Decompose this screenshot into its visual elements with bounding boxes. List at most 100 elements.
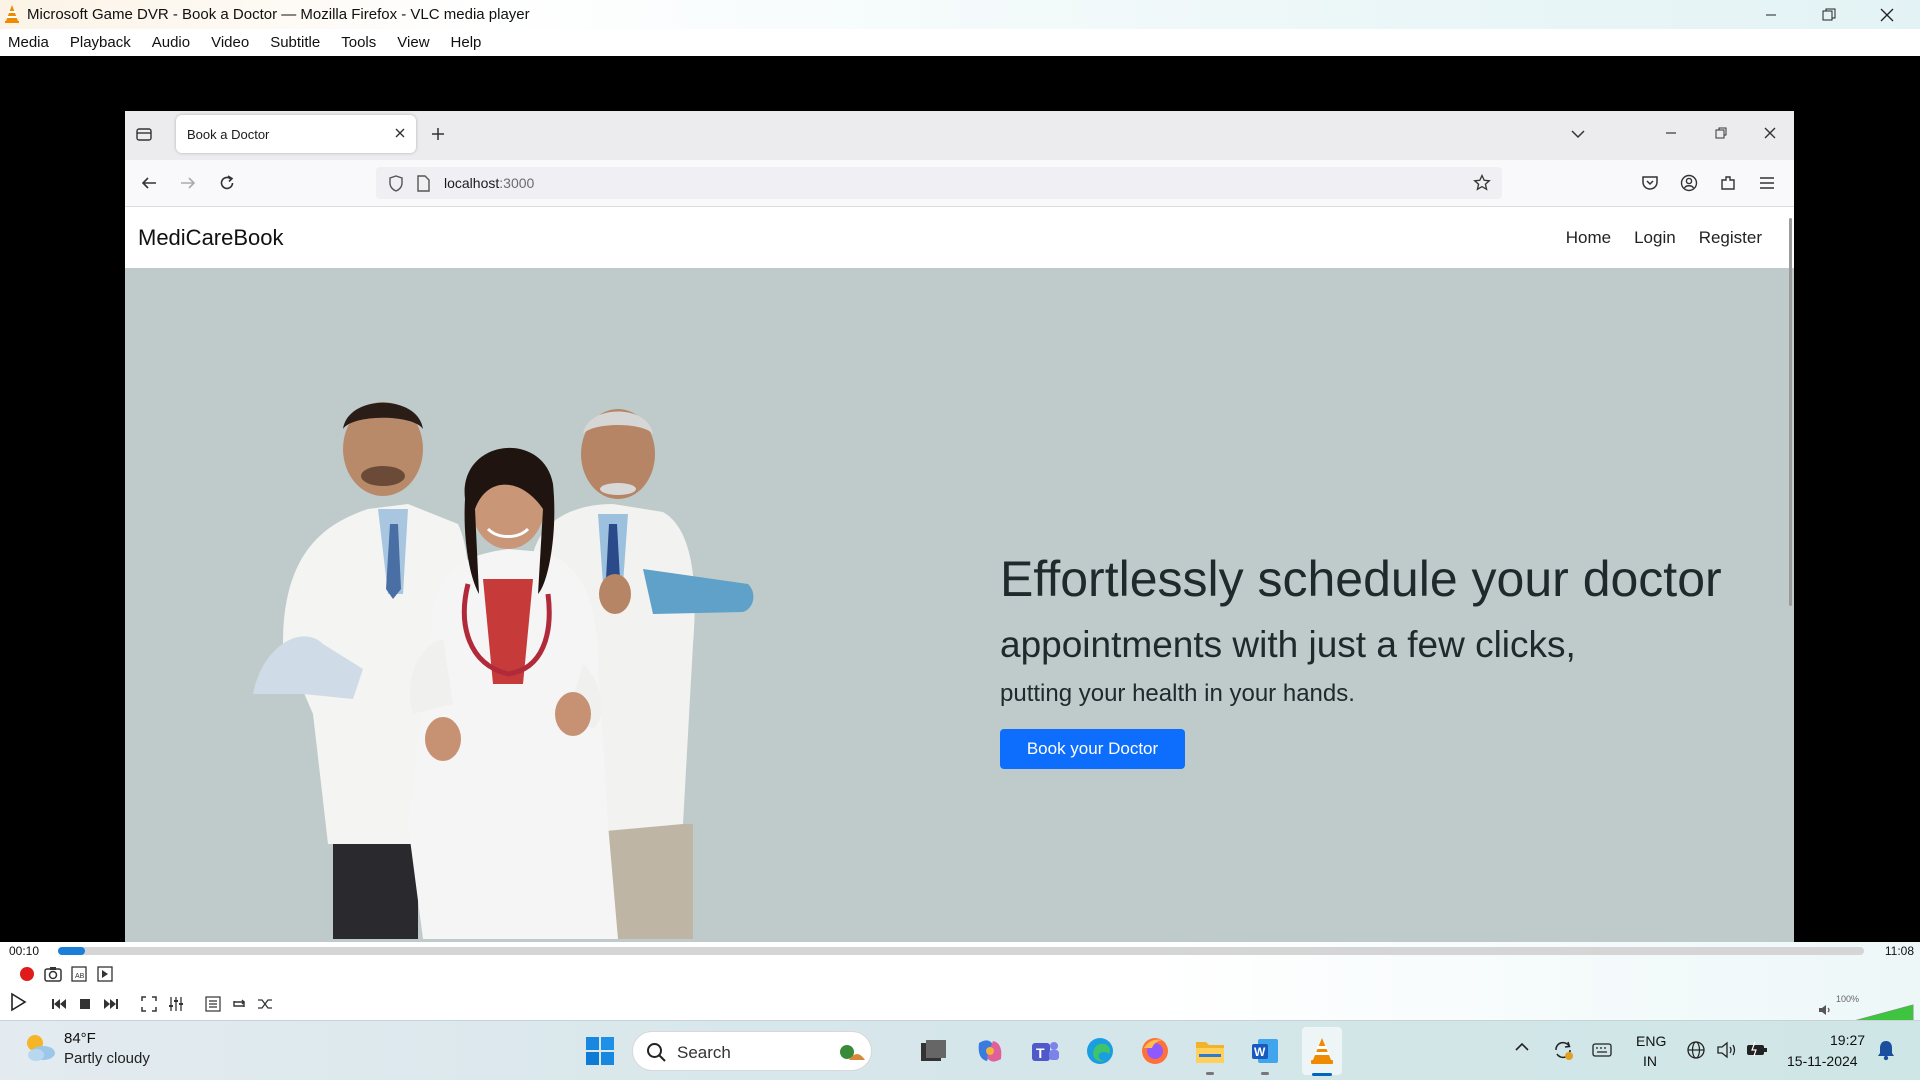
- nav-link-home[interactable]: Home: [1566, 228, 1611, 248]
- menu-audio[interactable]: Audio: [152, 34, 190, 51]
- firefox-minimize-icon[interactable]: [1664, 126, 1678, 140]
- menu-video[interactable]: Video: [211, 34, 249, 51]
- speaker-icon[interactable]: [1818, 1003, 1832, 1017]
- account-icon[interactable]: [1680, 174, 1698, 192]
- book-doctor-button[interactable]: Book your Doctor: [1000, 729, 1185, 769]
- running-indicator: [1261, 1072, 1269, 1075]
- windows-start-icon[interactable]: [585, 1036, 615, 1066]
- minimize-button[interactable]: [1742, 0, 1800, 29]
- hero-subheadline: appointments with just a few clicks,: [1000, 624, 1576, 665]
- forward-arrow-icon[interactable]: [179, 174, 197, 192]
- shuffle-icon[interactable]: [254, 993, 276, 1015]
- url-text: localhost:3000: [444, 175, 535, 191]
- weather-condition[interactable]: Partly cloudy: [64, 1050, 150, 1067]
- file-explorer-icon[interactable]: [1192, 1033, 1228, 1075]
- time-elapsed: 00:10: [9, 944, 40, 958]
- edge-icon[interactable]: [1082, 1033, 1118, 1069]
- taskbar-search[interactable]: Search: [632, 1031, 872, 1071]
- volume-icon[interactable]: [1716, 1040, 1738, 1060]
- copilot-icon[interactable]: [972, 1033, 1008, 1069]
- vlc-cone-icon: [4, 4, 20, 24]
- network-globe-icon[interactable]: [1686, 1040, 1706, 1060]
- frame-step-button[interactable]: [94, 963, 116, 985]
- menu-playback[interactable]: Playback: [70, 34, 131, 51]
- chevron-up-icon[interactable]: [1514, 1041, 1530, 1053]
- hamburger-menu-icon[interactable]: [1758, 174, 1776, 192]
- menu-media[interactable]: Media: [8, 34, 49, 51]
- chevron-down-icon[interactable]: [1570, 128, 1586, 140]
- tab-close-icon[interactable]: [393, 126, 407, 140]
- snapshot-button[interactable]: [42, 963, 64, 985]
- svg-text:T: T: [1036, 1045, 1045, 1061]
- volume-percent: 100%: [1836, 994, 1860, 1004]
- page-scrollbar[interactable]: [1789, 218, 1792, 606]
- sync-icon[interactable]: [1552, 1039, 1574, 1061]
- weather-temperature[interactable]: 84°F: [64, 1030, 96, 1047]
- back-arrow-icon[interactable]: [140, 174, 158, 192]
- restore-button[interactable]: [1800, 0, 1858, 29]
- reload-icon[interactable]: [218, 174, 236, 192]
- vlc-menu-bar: Media Playback Audio Video Subtitle Tool…: [0, 29, 1920, 56]
- loop-ab-button[interactable]: AB: [68, 963, 90, 985]
- hero-headline: Effortlessly schedule your doctor: [1000, 551, 1722, 607]
- keyboard-icon[interactable]: [1592, 1043, 1612, 1057]
- region-indicator[interactable]: IN: [1643, 1053, 1657, 1069]
- search-highlight-icon: [839, 1040, 867, 1064]
- partly-cloudy-icon[interactable]: [22, 1031, 56, 1063]
- new-tab-icon[interactable]: [430, 126, 446, 142]
- file-manager-icon[interactable]: [916, 1033, 952, 1069]
- page-info-icon[interactable]: [416, 175, 430, 192]
- next-icon[interactable]: [100, 993, 122, 1015]
- firefox-close-icon[interactable]: [1763, 126, 1777, 140]
- doctors-group-image: [253, 402, 754, 939]
- bookmark-star-icon[interactable]: [1473, 174, 1491, 192]
- clock-date[interactable]: 15-11-2024: [1787, 1053, 1858, 1069]
- url-port: :3000: [499, 175, 535, 191]
- firefox-view-icon[interactable]: [135, 125, 153, 143]
- extensions-icon[interactable]: [1719, 174, 1737, 192]
- notification-bell-icon[interactable]: [1876, 1039, 1896, 1061]
- tab-title: Book a Doctor: [187, 127, 270, 142]
- record-button[interactable]: [16, 963, 38, 985]
- play-button[interactable]: [7, 991, 29, 1013]
- pocket-icon[interactable]: [1641, 174, 1659, 192]
- vlc-icon[interactable]: [1304, 1033, 1340, 1069]
- stop-icon[interactable]: [74, 993, 96, 1015]
- hero-tagline: putting your health in your hands.: [1000, 680, 1355, 707]
- firefox-tab-bar: Book a Doctor: [125, 111, 1794, 160]
- web-page: MediCareBook Home Login Register Effortl…: [125, 207, 1794, 998]
- nav-link-register[interactable]: Register: [1699, 228, 1762, 248]
- window-title: Microsoft Game DVR - Book a Doctor — Moz…: [27, 6, 530, 23]
- url-bar[interactable]: localhost:3000: [376, 167, 1502, 199]
- site-navbar: MediCareBook Home Login Register: [125, 207, 1794, 268]
- svg-text:W: W: [1254, 1045, 1266, 1059]
- language-indicator[interactable]: ENG: [1636, 1033, 1666, 1049]
- nav-link-login[interactable]: Login: [1634, 228, 1676, 248]
- time-total: 11:08: [1884, 944, 1914, 958]
- clock-time[interactable]: 19:27: [1830, 1032, 1865, 1048]
- menu-view[interactable]: View: [397, 34, 429, 51]
- close-button[interactable]: [1858, 0, 1916, 29]
- word-icon[interactable]: W: [1247, 1033, 1283, 1075]
- firefox-restore-icon[interactable]: [1714, 126, 1728, 140]
- menu-help[interactable]: Help: [451, 34, 482, 51]
- active-app-indicator: [1312, 1073, 1332, 1076]
- site-brand[interactable]: MediCareBook: [138, 225, 284, 251]
- seek-bar[interactable]: [58, 947, 1864, 955]
- extended-settings-icon[interactable]: [165, 993, 187, 1015]
- playlist-icon[interactable]: [202, 993, 224, 1015]
- svg-text:AB: AB: [75, 973, 85, 980]
- video-area[interactable]: Book a Doctor localhost:3000 MediCareBoo…: [0, 56, 1920, 998]
- shield-icon[interactable]: [388, 175, 404, 192]
- site-nav-links: Home Login Register: [1566, 228, 1762, 248]
- vlc-controls: 00:10 11:08 AB 100%: [0, 942, 1920, 1026]
- menu-tools[interactable]: Tools: [341, 34, 376, 51]
- menu-subtitle[interactable]: Subtitle: [270, 34, 320, 51]
- teams-icon[interactable]: T: [1027, 1033, 1063, 1069]
- previous-icon[interactable]: [48, 993, 70, 1015]
- loop-icon[interactable]: [228, 993, 250, 1015]
- browser-tab[interactable]: Book a Doctor: [176, 115, 416, 153]
- battery-icon[interactable]: [1746, 1041, 1768, 1057]
- fullscreen-icon[interactable]: [138, 993, 160, 1015]
- firefox-icon[interactable]: [1137, 1033, 1173, 1069]
